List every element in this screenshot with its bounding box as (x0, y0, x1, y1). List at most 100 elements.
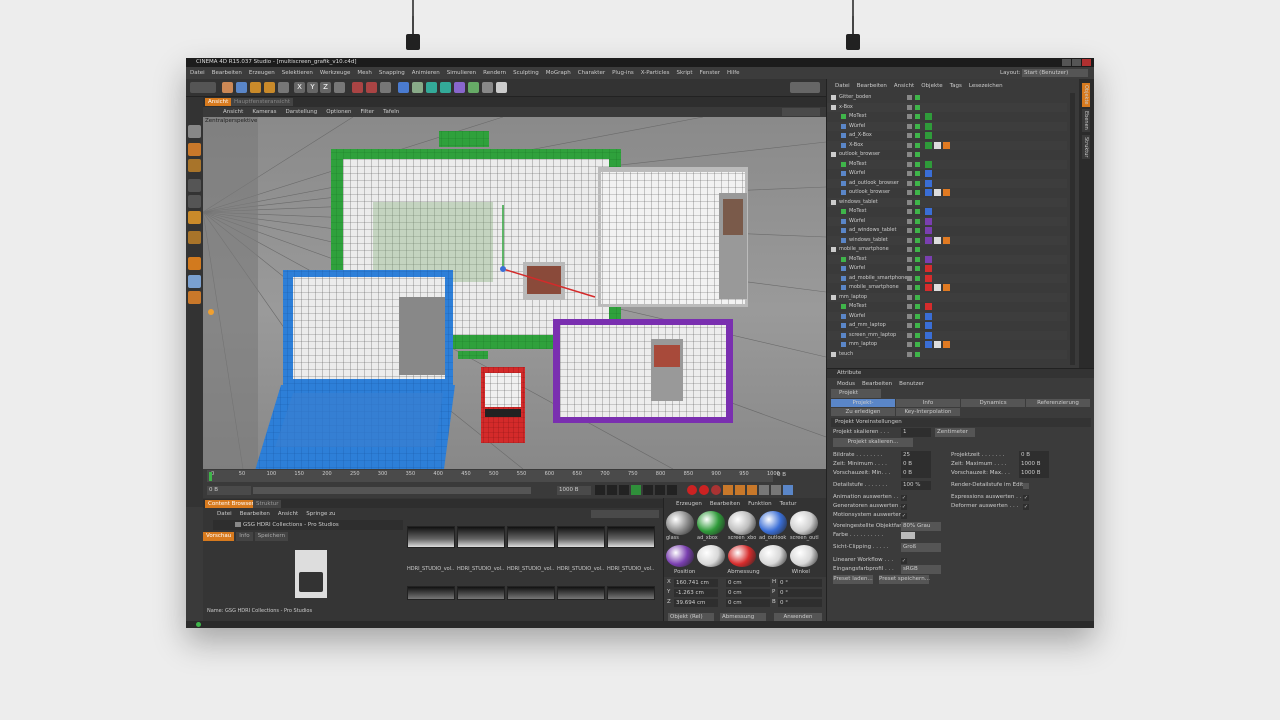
tab-ansicht[interactable]: Ansicht (205, 98, 232, 106)
tweak-mode-icon[interactable] (188, 257, 201, 270)
menu-mesh[interactable]: Mesh (357, 70, 371, 76)
phong-tag-icon[interactable] (943, 341, 950, 348)
viewport-menu-ansicht[interactable]: Ansicht (223, 109, 243, 115)
visibility-dots-icon[interactable] (907, 104, 912, 110)
visibility-dots-icon[interactable] (907, 247, 912, 252)
object-row[interactable]: mm_laptop (827, 340, 1067, 349)
enable-check-icon[interactable] (915, 133, 920, 138)
visibility-dots-icon[interactable] (907, 351, 912, 357)
object-row[interactable]: MoText (827, 254, 1067, 264)
phong-tag-icon[interactable] (943, 236, 950, 244)
size-mode-select[interactable]: Abmessung (720, 613, 766, 621)
object-row[interactable]: ad_mobile_smartphone (827, 273, 1067, 283)
menu-charakter[interactable]: Charakter (578, 70, 605, 76)
material-tag-icon[interactable] (925, 189, 932, 196)
enable-check-icon[interactable] (915, 199, 920, 205)
viewport-menu-darstellung[interactable]: Darstellung (285, 109, 317, 115)
object-scrollbar[interactable] (1070, 93, 1075, 365)
enable-check-icon[interactable] (915, 266, 920, 271)
layout-switch-icon[interactable] (790, 82, 820, 93)
coord-position-field[interactable]: -1.263 cm (674, 589, 718, 597)
material-ball[interactable] (790, 511, 818, 535)
om-menu-lesezeichen[interactable]: Lesezeichen (969, 83, 1003, 89)
clipping-select[interactable]: Groß (901, 543, 941, 552)
mat-menu-funktion[interactable]: Funktion (748, 501, 772, 507)
visibility-dots-icon[interactable] (907, 294, 912, 300)
visibility-dots-icon[interactable] (907, 342, 912, 347)
cb-menu-springe-zu[interactable]: Springe zu (306, 511, 335, 517)
enable-check-icon[interactable] (915, 304, 920, 309)
material-tag-icon[interactable] (925, 312, 932, 320)
object-row[interactable]: mm_laptop (827, 292, 1067, 302)
checkbox[interactable]: ✓ (1023, 495, 1029, 501)
object-row[interactable]: ad_windows_tablet (827, 226, 1067, 235)
object-row[interactable]: ad_mm_laptop (827, 321, 1067, 330)
uv-tag-icon[interactable] (934, 341, 941, 348)
snap-icon[interactable] (188, 275, 201, 288)
enable-check-icon[interactable] (915, 342, 920, 347)
goto-end-icon[interactable] (667, 485, 677, 495)
material-ball[interactable] (697, 511, 725, 535)
coord-position-field[interactable]: 39.694 cm (674, 599, 718, 607)
visibility-dots-icon[interactable] (907, 218, 912, 224)
enable-check-icon[interactable] (915, 351, 920, 357)
visibility-dots-icon[interactable] (907, 256, 912, 262)
menu-skript[interactable]: Skript (676, 70, 692, 76)
tab-struktur[interactable]: Struktur (253, 500, 282, 508)
visibility-dots-icon[interactable] (907, 161, 912, 167)
object-row[interactable]: Würfel (827, 311, 1067, 321)
axis-x-button[interactable]: X (294, 82, 305, 93)
object-row[interactable]: ad_X-Box (827, 131, 1067, 140)
close-button[interactable] (1082, 59, 1091, 66)
field-value[interactable]: 0 B (901, 460, 931, 469)
visibility-dots-icon[interactable] (907, 323, 912, 328)
render-picture-icon[interactable] (366, 82, 377, 93)
cb-menu-datei[interactable]: Datei (217, 511, 232, 517)
linear-workflow-checkbox[interactable]: ✓ (901, 558, 907, 564)
visibility-dots-icon[interactable] (907, 180, 912, 186)
spline-pen-icon[interactable] (412, 82, 423, 93)
attr-menu-modus[interactable]: Modus (837, 381, 855, 387)
material-ball[interactable] (790, 545, 818, 567)
menu-erzeugen[interactable]: Erzeugen (249, 70, 275, 76)
enable-check-icon[interactable] (915, 104, 920, 110)
visibility-dots-icon[interactable] (907, 237, 912, 243)
visibility-dots-icon[interactable] (907, 190, 912, 195)
hdri-thumbnail[interactable] (457, 526, 505, 548)
render-view-icon[interactable] (352, 82, 363, 93)
coord-mode-select[interactable]: Objekt (Rel) (668, 613, 714, 621)
phong-tag-icon[interactable] (943, 189, 950, 196)
material-ball[interactable] (666, 511, 694, 535)
cb-tab-speichern[interactable]: Speichern (254, 532, 289, 541)
attr-tab-info[interactable]: Info (896, 399, 960, 407)
timeline-ruler[interactable]: 0 50 100 150 200 250 300 350 400 450 500 550 600 650 7… (207, 470, 780, 482)
color-swatch[interactable] (901, 532, 915, 539)
hdri-thumbnail[interactable] (507, 526, 555, 548)
coord-size-field[interactable]: 0 cm (726, 599, 770, 607)
menu-animieren[interactable]: Animieren (412, 70, 440, 76)
enable-check-icon[interactable] (915, 323, 920, 328)
record-icon[interactable] (687, 485, 697, 495)
side-tab-struktur[interactable]: Struktur (1082, 135, 1090, 160)
axis-z-button[interactable]: Z (320, 82, 331, 93)
uv-tag-icon[interactable] (934, 141, 941, 149)
material-tag-icon[interactable] (925, 331, 932, 339)
select-tool-icon[interactable] (222, 82, 233, 93)
content-browser-path[interactable]: GSG HDRI Collections - Pro Studios (213, 520, 403, 530)
scale-tool-icon[interactable] (250, 82, 261, 93)
material-tag-icon[interactable] (925, 284, 932, 291)
soft-selection-icon[interactable] (188, 291, 201, 304)
mat-menu-textur[interactable]: Textur (780, 501, 797, 507)
keyframe-selection-icon[interactable] (711, 485, 721, 495)
tab-hauptfenster[interactable]: Hauptfensteransicht (231, 98, 294, 106)
viewport-menu-kameras[interactable]: Kameras (252, 109, 276, 115)
enable-check-icon[interactable] (915, 256, 920, 262)
object-row[interactable]: Würfel (827, 169, 1067, 178)
nurbs-icon[interactable] (426, 82, 437, 93)
object-row[interactable]: mobile_smartphone (827, 283, 1067, 292)
render-detail-checkbox[interactable] (1023, 483, 1029, 489)
phong-tag-icon[interactable] (943, 284, 950, 291)
object-row[interactable]: Würfel (827, 216, 1067, 226)
scale-value-field[interactable]: 1 (901, 428, 931, 437)
material-tag-icon[interactable] (925, 170, 932, 177)
